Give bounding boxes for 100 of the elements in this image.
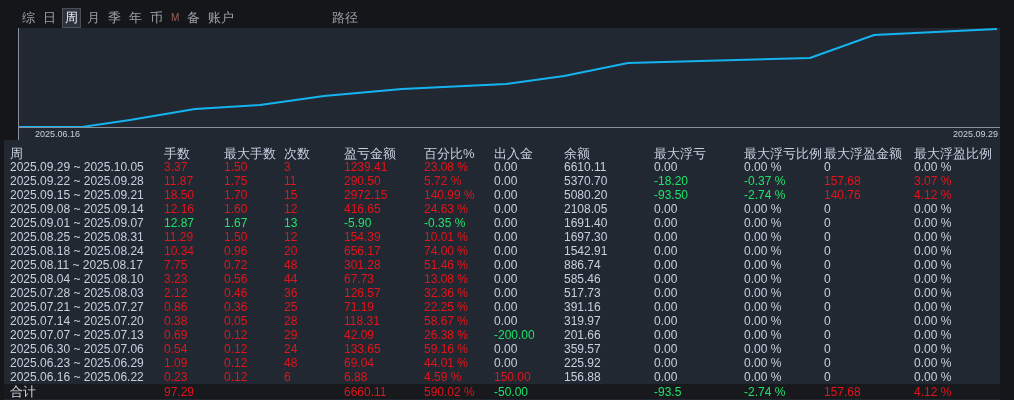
table-cell-text: 157.68: [824, 174, 862, 188]
table-cell-text: 42.09: [344, 328, 376, 342]
table-cell-text: 6.88: [344, 370, 369, 384]
table-cell-text: 0.00: [654, 272, 679, 286]
tab[interactable]: 路径: [330, 9, 361, 27]
table-cell-text: 2025.07.07 ~ 2025.07.13: [9, 328, 145, 342]
table-cell-text: 48: [284, 258, 299, 272]
table-cell-text: 0: [824, 300, 832, 314]
table-cell-text: -50.00: [494, 384, 530, 399]
table-cell-text: 2025.09.08 ~ 2025.09.14: [9, 202, 145, 216]
table-cell-text: 133.65: [344, 342, 382, 356]
column-header: 余额: [564, 145, 591, 162]
column-header: 最大浮亏: [654, 145, 707, 162]
table-cell-text: 0.69: [164, 328, 189, 342]
table-cell-text: 0.00 %: [914, 370, 953, 384]
table-cell-text: 0.00 %: [914, 342, 953, 356]
table-cell-text: 201.66: [564, 328, 602, 342]
table-cell-text: 2025.08.18 ~ 2025.08.24: [9, 244, 145, 258]
table-cell-text: 140.76: [824, 188, 862, 202]
tab[interactable]: 备: [185, 9, 203, 27]
table-cell-text: 0.72: [224, 258, 249, 272]
table-cell-text: 0: [824, 370, 832, 384]
table-cell-text: 0.00: [494, 188, 519, 202]
table-cell-text: 290.50: [344, 174, 382, 188]
table-cell-text: 0.00 %: [744, 342, 783, 356]
table-cell-text: 0.00 %: [744, 286, 783, 300]
table-cell-text: 20: [284, 244, 299, 258]
column-header: 最大浮盈金额: [824, 145, 903, 162]
column-header: 最大浮亏比例: [744, 145, 823, 162]
table-cell-text: 0: [824, 314, 832, 328]
tab[interactable]: 账户: [206, 9, 237, 27]
table-cell-text: 6610.11: [564, 160, 608, 174]
table-cell-text: 13.08 %: [424, 272, 470, 286]
tab[interactable]: 月: [85, 9, 102, 27]
table-cell-text: 0.00 %: [914, 356, 953, 370]
table-cell-text: 0.00 %: [914, 160, 953, 174]
table-cell-text: 3.07 %: [914, 174, 953, 188]
table-cell-text: 0.00 %: [914, 272, 953, 286]
table-cell-text: -2.74 %: [744, 384, 787, 399]
table-cell-text: 44: [284, 272, 299, 286]
table-cell-text: 4.12 %: [914, 384, 953, 399]
table-cell-text: 2025.07.28 ~ 2025.08.03: [9, 286, 145, 300]
tab[interactable]: 年: [127, 9, 144, 27]
tab[interactable]: 周: [62, 8, 81, 28]
table-cell-text: 0.00 %: [744, 314, 783, 328]
table-cell-text: 0.00 %: [744, 216, 783, 230]
table-cell-text: 0.00 %: [744, 370, 783, 384]
table-cell-text: 0: [824, 286, 832, 300]
table-cell-text: 2972.15: [344, 188, 389, 202]
table-cell-text: 6: [284, 370, 292, 384]
table-cell-text: 656.17: [344, 244, 382, 258]
table-cell-text: 150.00: [494, 370, 532, 384]
tab[interactable]: 季: [106, 9, 123, 27]
table-cell-text: 391.16: [564, 300, 602, 314]
table-cell-text: 0.00 %: [744, 202, 783, 216]
table-cell-text: -2.74 %: [744, 188, 787, 202]
table-cell-text: 0: [824, 216, 832, 230]
tab[interactable]: 日: [41, 9, 58, 27]
table-cell-text: 5.72 %: [424, 174, 463, 188]
table-cell-text: 140.99 %: [424, 188, 476, 202]
table-cell-text: 0.00: [654, 230, 679, 244]
table-cell-text: 12: [284, 202, 299, 216]
table-cell-text: 0.00: [494, 216, 519, 230]
table-cell-text: -93.5: [654, 384, 683, 399]
table-cell-text: 0.00: [654, 286, 679, 300]
table-cell-text: 301.28: [344, 258, 382, 272]
table-cell-text: 2.12: [164, 286, 189, 300]
table-cell-text: 32.36 %: [424, 286, 470, 300]
column-header: 出入金: [494, 145, 534, 162]
table-cell-text: 11.87: [164, 174, 195, 188]
table-cell-text: 6660.11: [344, 384, 388, 399]
table-cell-text: 11.29: [164, 230, 195, 244]
table-cell-text: 0.00: [654, 342, 679, 356]
table-cell-text: 0.00: [494, 314, 519, 328]
table-cell-text: 1542.91: [564, 244, 609, 258]
table-cell-text: 156.88: [564, 370, 602, 384]
table-cell-text: 225.92: [564, 356, 602, 370]
table-cell-text: 0: [824, 272, 832, 286]
table-cell-text: 0.00 %: [914, 216, 953, 230]
table-cell-text: 0.00: [494, 356, 519, 370]
table-cell-text: 1239.41: [344, 160, 389, 174]
table-cell-text: 0: [824, 356, 832, 370]
tab[interactable]: 币: [148, 9, 165, 27]
table-cell-text: 24: [284, 342, 299, 356]
table-cell-text: 1.75: [224, 174, 249, 188]
table-cell-text: 0.00: [494, 272, 519, 286]
table-cell-text: 2025.08.11 ~ 2025.08.17: [9, 258, 144, 272]
tab[interactable]: 综: [20, 9, 37, 27]
table-cell-text: 0.00: [654, 202, 679, 216]
column-header: 最大手数: [224, 145, 277, 162]
table-cell-text: 0.12: [224, 328, 249, 342]
table-cell-text: 28: [284, 314, 299, 328]
table-cell-text: 154.39: [344, 230, 382, 244]
table-cell-text: 4.59 %: [424, 370, 463, 384]
table-cell-text: 0.56: [224, 272, 249, 286]
table-cell-text: 416.65: [344, 202, 382, 216]
table-cell-text: 0: [824, 258, 832, 272]
table-cell-text: 1.50: [224, 160, 249, 174]
table-cell-text: 26.38 %: [424, 328, 470, 342]
table-cell-text: 0.54: [164, 342, 189, 356]
